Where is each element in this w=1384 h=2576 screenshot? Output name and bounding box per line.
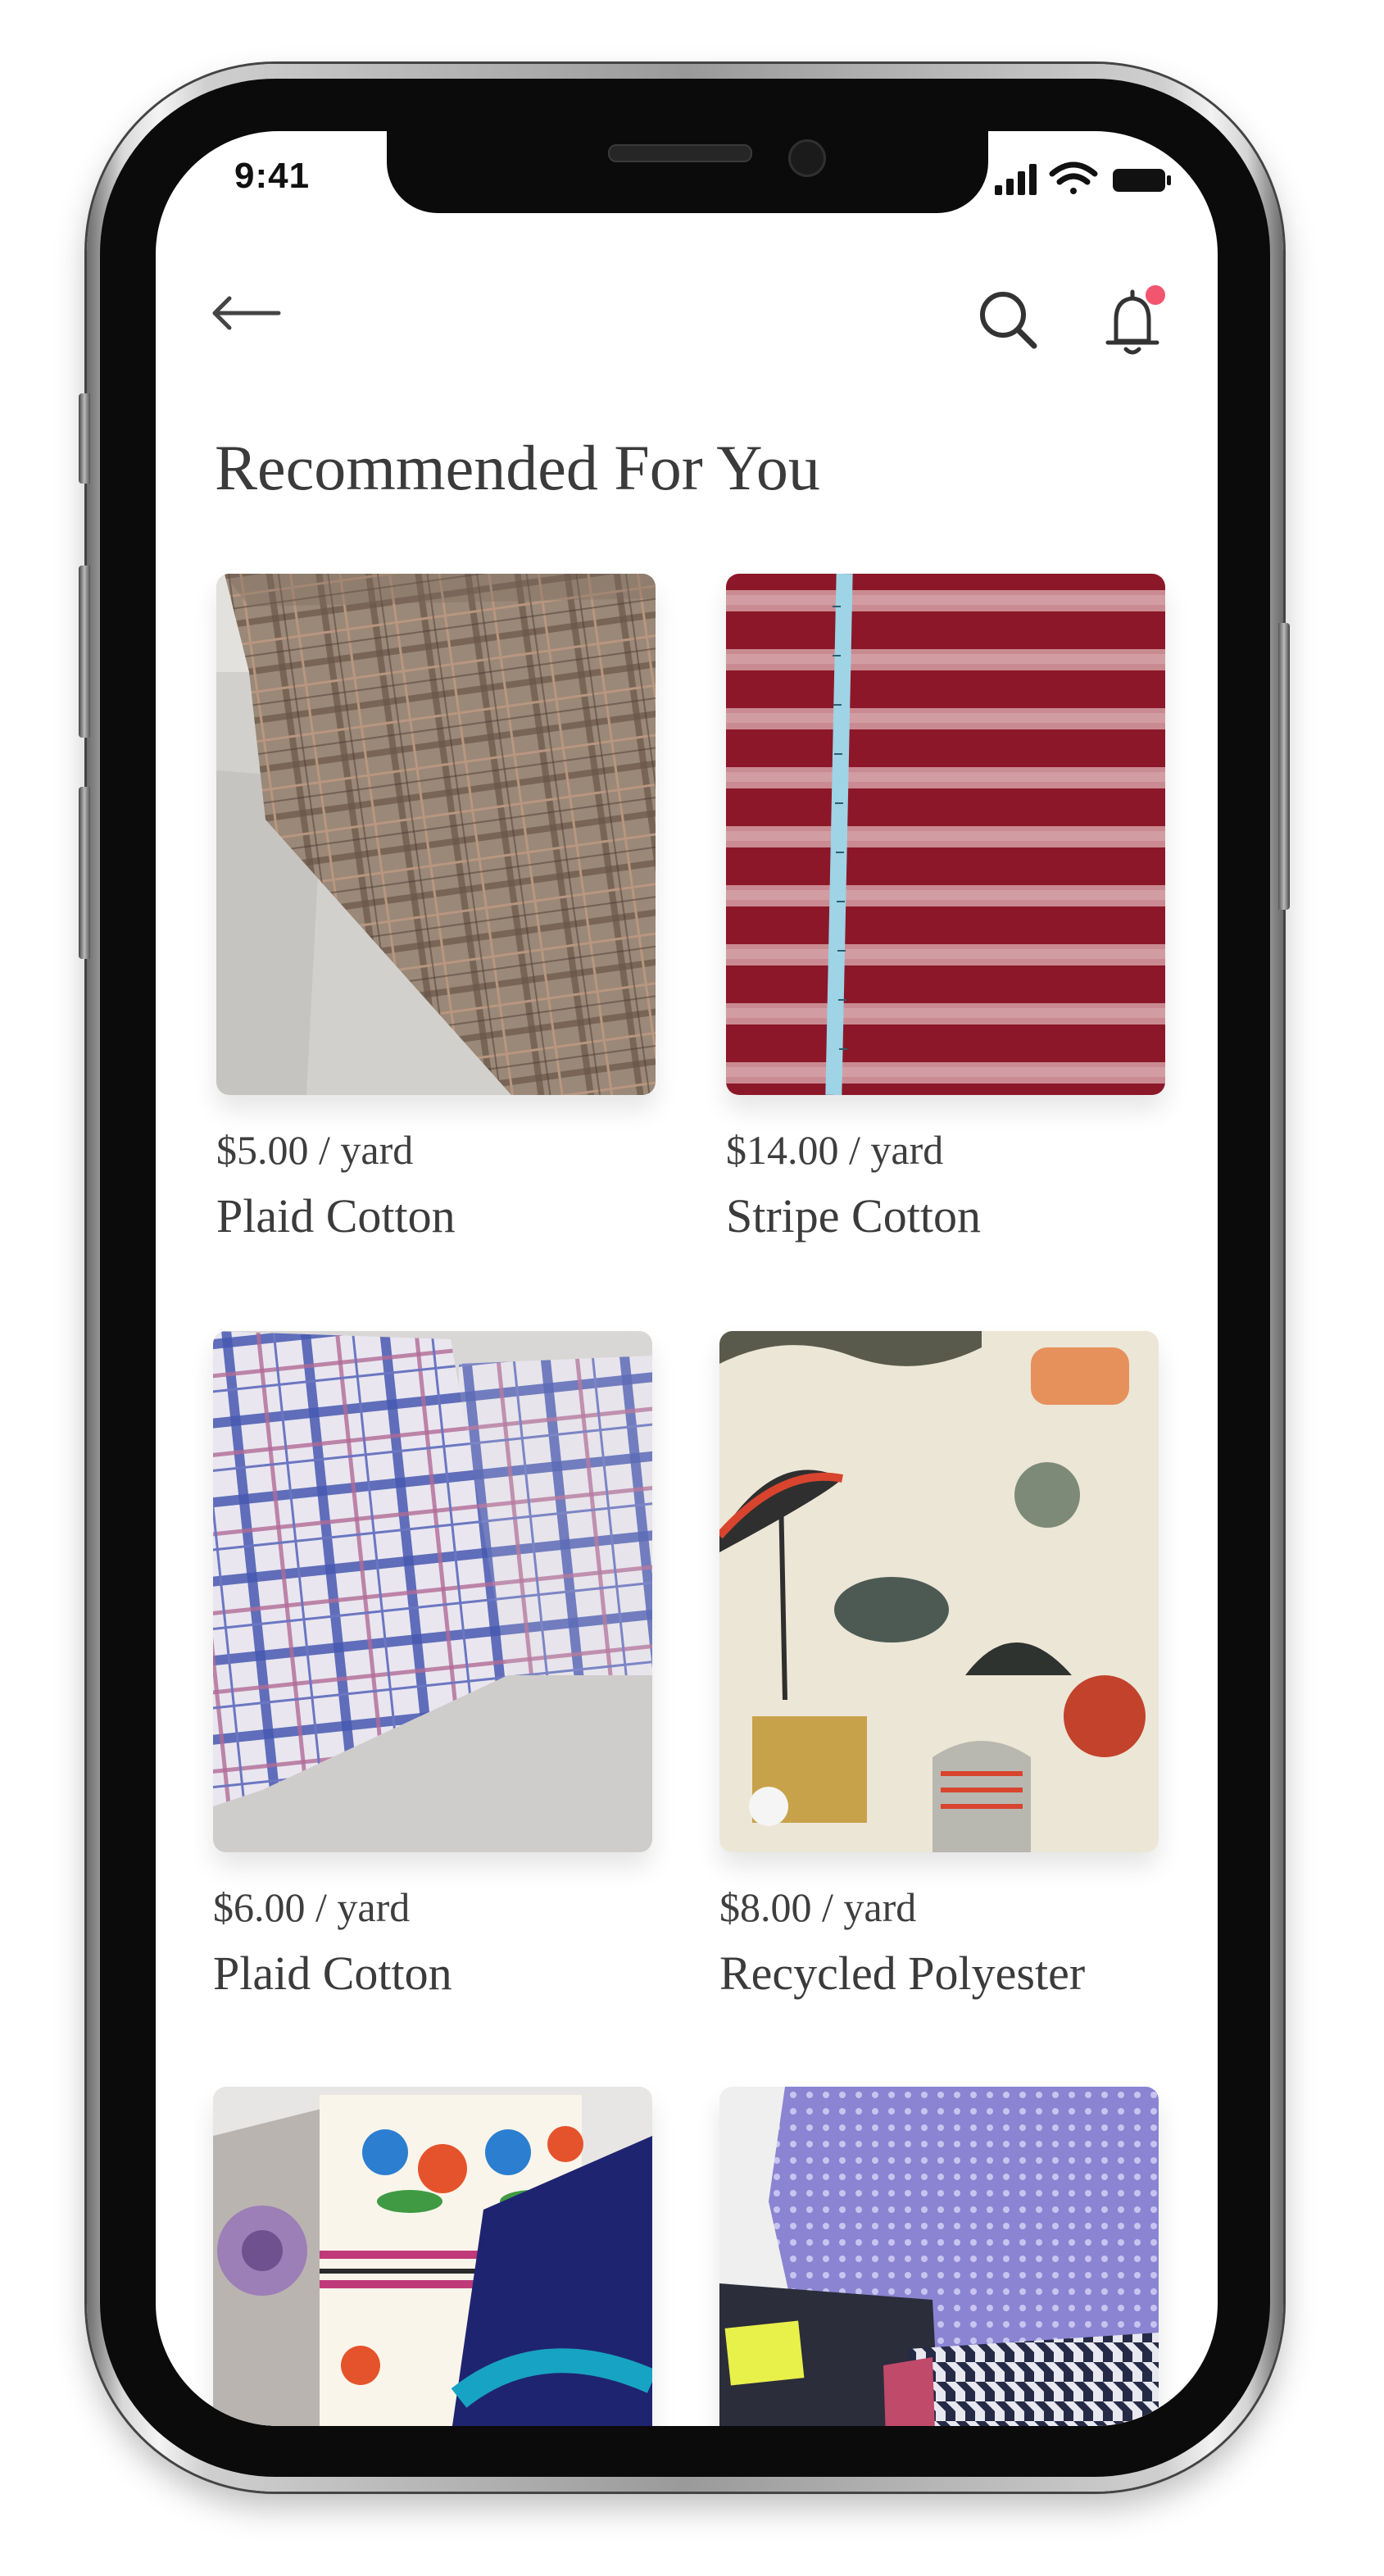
arrow-left-icon xyxy=(212,296,281,330)
power-button xyxy=(1278,623,1290,910)
product-card-plaid-cotton-1[interactable]: $5.00 / yard Plaid Cotton xyxy=(216,574,656,1243)
earpiece-speaker xyxy=(608,144,752,162)
product-image[interactable] xyxy=(213,1331,652,1852)
product-image[interactable] xyxy=(213,2087,652,2426)
product-card-lavender-houndstooth[interactable] xyxy=(719,2087,1159,2426)
wifi-icon xyxy=(1049,161,1098,194)
product-image[interactable] xyxy=(719,2087,1159,2426)
status-icons xyxy=(993,161,1173,198)
product-name: Recycled Polyester xyxy=(719,1947,1086,2000)
product-price: $8.00 / yard xyxy=(719,1884,917,1930)
status-time: 9:41 xyxy=(234,156,311,196)
front-camera xyxy=(788,139,826,177)
product-price: $6.00 / yard xyxy=(213,1884,411,1930)
product-name: Plaid Cotton xyxy=(213,1947,452,2000)
back-button[interactable] xyxy=(208,287,284,339)
notch xyxy=(387,131,988,213)
product-card-floral[interactable] xyxy=(213,2087,652,2426)
cellular-signal-icon xyxy=(995,164,1037,195)
product-card-stripe-cotton[interactable]: $14.00 / yard Stripe Cotton xyxy=(726,574,1165,1243)
search-button[interactable] xyxy=(975,287,1041,352)
product-price: $14.00 / yard xyxy=(726,1127,944,1173)
app-screen: 9:41 Recommended For You $5.00 / yard Pl… xyxy=(156,131,1218,2426)
product-image[interactable] xyxy=(216,574,656,1095)
product-card-recycled-polyester[interactable]: $8.00 / yard Recycled Polyester xyxy=(719,1331,1159,2001)
product-name: Stripe Cotton xyxy=(726,1189,981,1243)
notification-badge xyxy=(1146,285,1165,305)
product-card-plaid-cotton-2[interactable]: $6.00 / yard Plaid Cotton xyxy=(213,1331,652,2001)
notifications-button[interactable] xyxy=(1098,284,1173,359)
product-price: $5.00 / yard xyxy=(216,1127,414,1173)
product-name: Plaid Cotton xyxy=(216,1189,456,1243)
product-image[interactable] xyxy=(719,1331,1159,1852)
mute-switch xyxy=(79,393,90,484)
page-title: Recommended For You xyxy=(215,432,820,503)
search-icon xyxy=(980,292,1037,349)
product-image[interactable] xyxy=(726,574,1165,1095)
volume-down-button xyxy=(79,787,90,959)
volume-up-button xyxy=(79,566,90,738)
battery-icon xyxy=(1113,169,1171,192)
